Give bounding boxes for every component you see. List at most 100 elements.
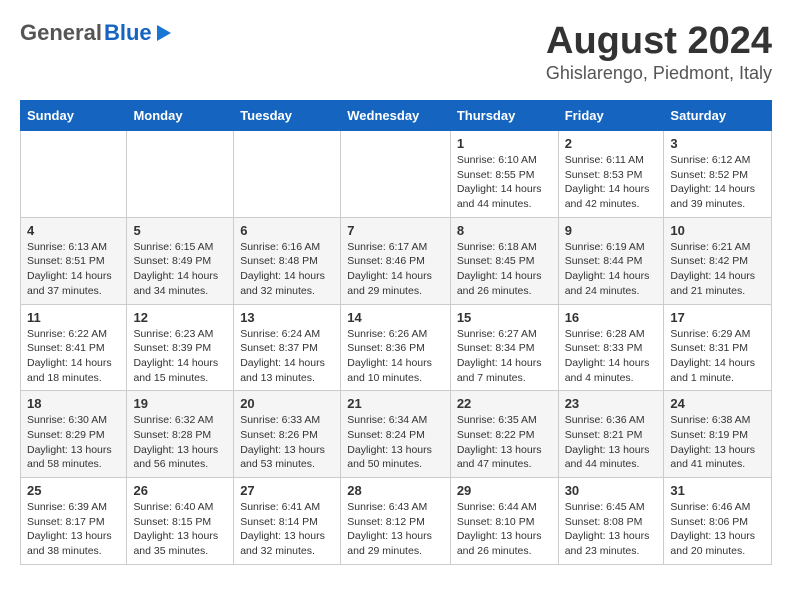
logo-arrow-icon (157, 25, 171, 41)
day-info: Sunrise: 6:15 AM Sunset: 8:49 PM Dayligh… (133, 240, 227, 299)
day-info: Sunrise: 6:10 AM Sunset: 8:55 PM Dayligh… (457, 153, 552, 212)
day-number: 24 (670, 396, 765, 411)
day-number: 10 (670, 223, 765, 238)
day-info: Sunrise: 6:34 AM Sunset: 8:24 PM Dayligh… (347, 413, 444, 472)
day-number: 20 (240, 396, 334, 411)
calendar-cell: 10 Sunrise: 6:21 AM Sunset: 8:42 PM Dayli… (664, 217, 772, 304)
header-sunday: Sunday (21, 101, 127, 131)
calendar-cell (127, 131, 234, 218)
day-info: Sunrise: 6:18 AM Sunset: 8:45 PM Dayligh… (457, 240, 552, 299)
calendar-cell: 20 Sunrise: 6:33 AM Sunset: 8:26 PM Dayli… (234, 391, 341, 478)
day-number: 9 (565, 223, 658, 238)
calendar-cell: 5 Sunrise: 6:15 AM Sunset: 8:49 PM Daylig… (127, 217, 234, 304)
calendar-week-row: 4 Sunrise: 6:13 AM Sunset: 8:51 PM Daylig… (21, 217, 772, 304)
day-info: Sunrise: 6:43 AM Sunset: 8:12 PM Dayligh… (347, 500, 444, 559)
day-number: 28 (347, 483, 444, 498)
day-info: Sunrise: 6:19 AM Sunset: 8:44 PM Dayligh… (565, 240, 658, 299)
calendar-cell: 11 Sunrise: 6:22 AM Sunset: 8:41 PM Dayli… (21, 304, 127, 391)
calendar-header-row: SundayMondayTuesdayWednesdayThursdayFrid… (21, 101, 772, 131)
calendar-week-row: 18 Sunrise: 6:30 AM Sunset: 8:29 PM Dayli… (21, 391, 772, 478)
calendar-cell: 23 Sunrise: 6:36 AM Sunset: 8:21 PM Dayli… (558, 391, 664, 478)
calendar-cell (234, 131, 341, 218)
calendar-cell: 19 Sunrise: 6:32 AM Sunset: 8:28 PM Dayli… (127, 391, 234, 478)
day-info: Sunrise: 6:30 AM Sunset: 8:29 PM Dayligh… (27, 413, 120, 472)
day-number: 25 (27, 483, 120, 498)
day-info: Sunrise: 6:36 AM Sunset: 8:21 PM Dayligh… (565, 413, 658, 472)
day-number: 23 (565, 396, 658, 411)
day-info: Sunrise: 6:45 AM Sunset: 8:08 PM Dayligh… (565, 500, 658, 559)
day-info: Sunrise: 6:39 AM Sunset: 8:17 PM Dayligh… (27, 500, 120, 559)
day-info: Sunrise: 6:12 AM Sunset: 8:52 PM Dayligh… (670, 153, 765, 212)
logo-blue-text: Blue (104, 20, 152, 46)
calendar-cell: 30 Sunrise: 6:45 AM Sunset: 8:08 PM Dayli… (558, 478, 664, 565)
calendar-cell: 9 Sunrise: 6:19 AM Sunset: 8:44 PM Daylig… (558, 217, 664, 304)
location-title: Ghislarengo, Piedmont, Italy (546, 63, 772, 84)
calendar-cell (341, 131, 451, 218)
calendar-cell: 1 Sunrise: 6:10 AM Sunset: 8:55 PM Daylig… (450, 131, 558, 218)
page-header: General Blue August 2024 Ghislarengo, Pi… (20, 20, 772, 84)
day-number: 13 (240, 310, 334, 325)
day-number: 22 (457, 396, 552, 411)
day-info: Sunrise: 6:24 AM Sunset: 8:37 PM Dayligh… (240, 327, 334, 386)
day-info: Sunrise: 6:35 AM Sunset: 8:22 PM Dayligh… (457, 413, 552, 472)
calendar-table: SundayMondayTuesdayWednesdayThursdayFrid… (20, 100, 772, 565)
day-info: Sunrise: 6:28 AM Sunset: 8:33 PM Dayligh… (565, 327, 658, 386)
calendar-cell: 18 Sunrise: 6:30 AM Sunset: 8:29 PM Dayli… (21, 391, 127, 478)
day-number: 7 (347, 223, 444, 238)
calendar-cell: 24 Sunrise: 6:38 AM Sunset: 8:19 PM Dayli… (664, 391, 772, 478)
day-info: Sunrise: 6:33 AM Sunset: 8:26 PM Dayligh… (240, 413, 334, 472)
day-info: Sunrise: 6:23 AM Sunset: 8:39 PM Dayligh… (133, 327, 227, 386)
header-thursday: Thursday (450, 101, 558, 131)
calendar-cell: 8 Sunrise: 6:18 AM Sunset: 8:45 PM Daylig… (450, 217, 558, 304)
day-number: 31 (670, 483, 765, 498)
day-number: 29 (457, 483, 552, 498)
day-info: Sunrise: 6:38 AM Sunset: 8:19 PM Dayligh… (670, 413, 765, 472)
day-info: Sunrise: 6:46 AM Sunset: 8:06 PM Dayligh… (670, 500, 765, 559)
day-number: 19 (133, 396, 227, 411)
day-number: 18 (27, 396, 120, 411)
day-number: 8 (457, 223, 552, 238)
day-info: Sunrise: 6:44 AM Sunset: 8:10 PM Dayligh… (457, 500, 552, 559)
calendar-cell: 16 Sunrise: 6:28 AM Sunset: 8:33 PM Dayli… (558, 304, 664, 391)
calendar-cell: 29 Sunrise: 6:44 AM Sunset: 8:10 PM Dayli… (450, 478, 558, 565)
header-wednesday: Wednesday (341, 101, 451, 131)
day-number: 1 (457, 136, 552, 151)
day-info: Sunrise: 6:32 AM Sunset: 8:28 PM Dayligh… (133, 413, 227, 472)
day-info: Sunrise: 6:13 AM Sunset: 8:51 PM Dayligh… (27, 240, 120, 299)
logo: General Blue (20, 20, 171, 46)
day-number: 16 (565, 310, 658, 325)
day-number: 11 (27, 310, 120, 325)
day-number: 21 (347, 396, 444, 411)
calendar-week-row: 1 Sunrise: 6:10 AM Sunset: 8:55 PM Daylig… (21, 131, 772, 218)
day-info: Sunrise: 6:41 AM Sunset: 8:14 PM Dayligh… (240, 500, 334, 559)
calendar-cell: 15Sunrise: 6:27 AM Sunset: 8:34 PM Dayli… (450, 304, 558, 391)
calendar-cell (21, 131, 127, 218)
header-friday: Friday (558, 101, 664, 131)
day-number: 26 (133, 483, 227, 498)
day-info: Sunrise: 6:26 AM Sunset: 8:36 PM Dayligh… (347, 327, 444, 386)
calendar-cell: 6Sunrise: 6:16 AM Sunset: 8:48 PM Daylig… (234, 217, 341, 304)
calendar-cell: 28 Sunrise: 6:43 AM Sunset: 8:12 PM Dayli… (341, 478, 451, 565)
calendar-cell: 27 Sunrise: 6:41 AM Sunset: 8:14 PM Dayli… (234, 478, 341, 565)
title-area: August 2024 Ghislarengo, Piedmont, Italy (546, 20, 772, 84)
day-info: Sunrise: 6:40 AM Sunset: 8:15 PM Dayligh… (133, 500, 227, 559)
header-tuesday: Tuesday (234, 101, 341, 131)
day-number: 2 (565, 136, 658, 151)
calendar-cell: 21 Sunrise: 6:34 AM Sunset: 8:24 PM Dayli… (341, 391, 451, 478)
day-info: Sunrise: 6:17 AM Sunset: 8:46 PM Dayligh… (347, 240, 444, 299)
month-title: August 2024 (546, 20, 772, 63)
day-number: 12 (133, 310, 227, 325)
day-info: Sunrise: 6:22 AM Sunset: 8:41 PM Dayligh… (27, 327, 120, 386)
header-saturday: Saturday (664, 101, 772, 131)
day-number: 5 (133, 223, 227, 238)
day-number: 27 (240, 483, 334, 498)
calendar-cell: 14 Sunrise: 6:26 AM Sunset: 8:36 PM Dayli… (341, 304, 451, 391)
day-number: 30 (565, 483, 658, 498)
day-number: 6 (240, 223, 334, 238)
day-number: 4 (27, 223, 120, 238)
day-info: Sunrise: 6:21 AM Sunset: 8:42 PM Dayligh… (670, 240, 765, 299)
calendar-week-row: 11 Sunrise: 6:22 AM Sunset: 8:41 PM Dayli… (21, 304, 772, 391)
calendar-cell: 22 Sunrise: 6:35 AM Sunset: 8:22 PM Dayli… (450, 391, 558, 478)
day-number: 14 (347, 310, 444, 325)
calendar-cell: 26 Sunrise: 6:40 AM Sunset: 8:15 PM Dayli… (127, 478, 234, 565)
